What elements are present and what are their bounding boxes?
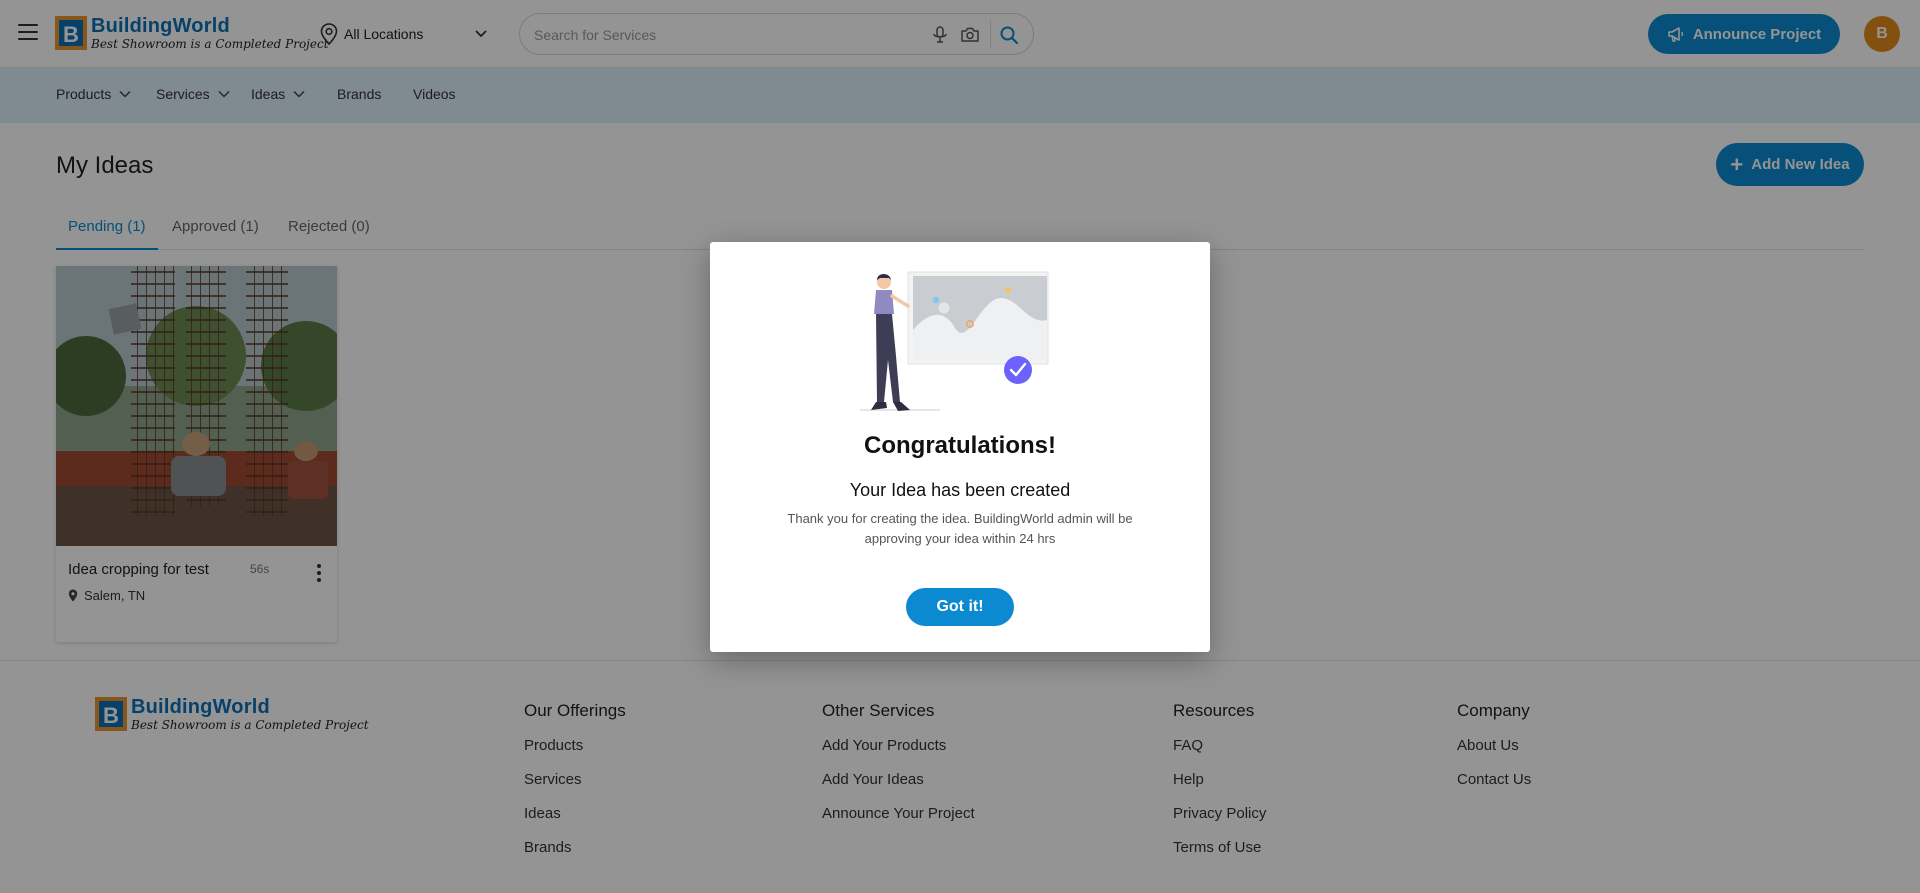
dialog-message: Thank you for creating the idea. Buildin… <box>787 511 1133 546</box>
got-it-button[interactable]: Got it! <box>906 588 1014 626</box>
success-illustration <box>860 271 1049 411</box>
dialog-title: Congratulations! <box>864 432 1056 459</box>
dialog-subtitle: Your Idea has been created <box>849 480 1071 500</box>
success-dialog: Congratulations! Your Idea has been crea… <box>710 242 1210 652</box>
